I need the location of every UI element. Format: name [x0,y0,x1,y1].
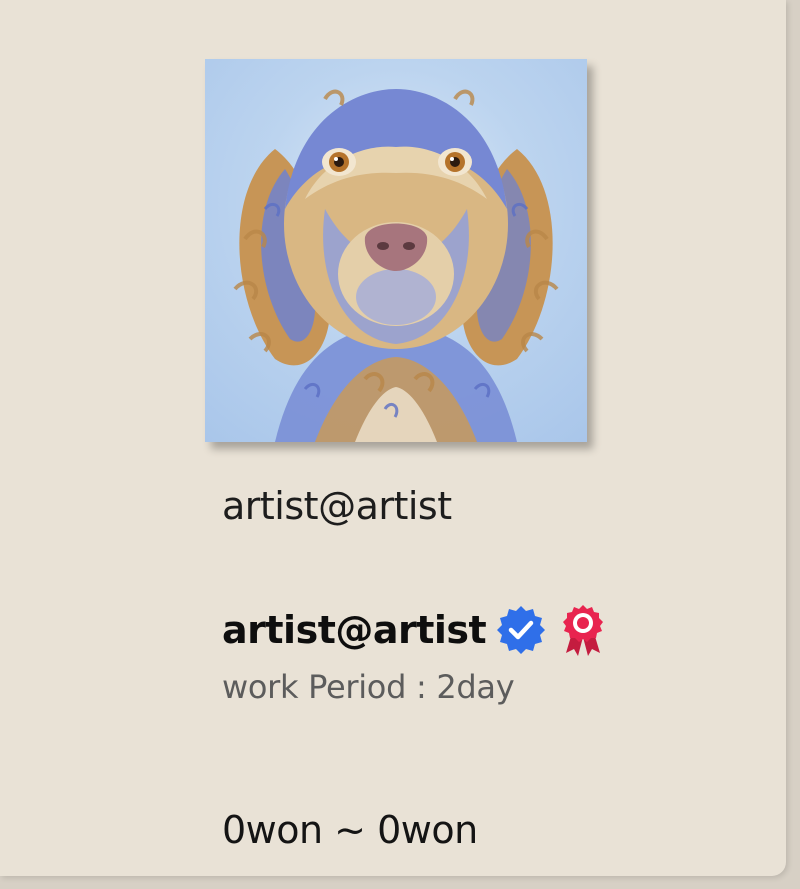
work-period: work Period : 2day [222,668,515,706]
artist-name[interactable]: artist@artist [222,608,487,652]
artwork-title: artist@artist [222,484,452,528]
verified-check-icon [494,603,548,657]
artwork-image[interactable] [205,59,587,442]
price-range: 0won ~ 0won [222,808,478,852]
artist-row: artist@artist [222,603,610,657]
artwork-card[interactable]: artist@artist artist@artist work Period … [0,0,786,876]
dog-portrait-illustration [233,89,559,442]
award-ribbon-icon [556,603,610,657]
